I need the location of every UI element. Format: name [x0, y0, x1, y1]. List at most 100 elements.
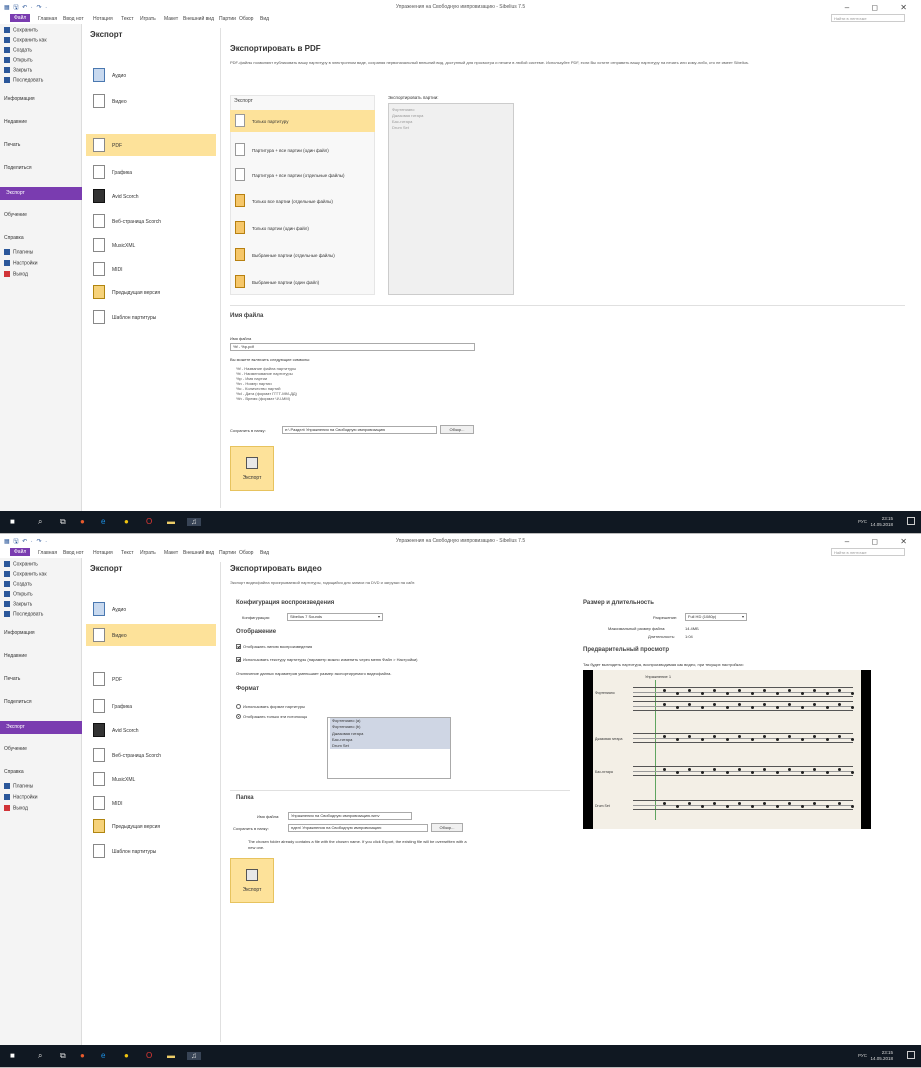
- app-icon[interactable]: ●: [124, 1052, 129, 1060]
- pdf-option-score-only[interactable]: Только партитуру: [230, 110, 375, 132]
- sidebar-item-exit[interactable]: Выход: [4, 805, 28, 811]
- export-type-musicxml[interactable]: MusicXML: [86, 768, 216, 790]
- sidebar-item-help[interactable]: Справка: [4, 769, 24, 775]
- tab-parts[interactable]: Партии: [219, 550, 236, 556]
- pdf-option-score-parts-one[interactable]: Партитура + все партии (один файл): [230, 139, 375, 161]
- tab-layout[interactable]: Макет: [164, 550, 178, 556]
- export-type-scorch-web[interactable]: Веб-страница Scorch: [86, 210, 216, 232]
- sidebar-item-info[interactable]: Информация: [4, 96, 35, 102]
- search-icon[interactable]: ⌕: [38, 1052, 42, 1060]
- sidebar-item-settings[interactable]: Настройки: [4, 794, 38, 800]
- sidebar-item-settings[interactable]: Настройки: [4, 260, 38, 266]
- sidebar-item-save[interactable]: Сохранить: [4, 27, 38, 33]
- export-type-avid-scorch[interactable]: Avid Scorch: [86, 185, 216, 207]
- window-controls[interactable]: – ◻ ✕: [845, 537, 917, 546]
- sidebar-item-save[interactable]: Сохранить: [4, 561, 38, 567]
- browse-button[interactable]: Обзор...: [440, 425, 474, 434]
- pdf-option-selected-separate[interactable]: Выбранные партии (отдельные файлы): [230, 244, 375, 266]
- tray-clock[interactable]: 23:15 14.05.2018: [870, 1050, 893, 1062]
- sidebar-item-last[interactable]: Последовать: [4, 611, 43, 617]
- tab-home[interactable]: Главная: [38, 16, 57, 22]
- sidebar-item-learn[interactable]: Обучение: [4, 212, 27, 218]
- sidebar-item-export[interactable]: Экспорт: [0, 187, 82, 200]
- tab-review[interactable]: Обзор: [239, 16, 253, 22]
- tab-home[interactable]: Главная: [38, 550, 57, 556]
- tab-layout[interactable]: Макет: [164, 16, 178, 22]
- export-type-musicxml[interactable]: MusicXML: [86, 234, 216, 256]
- sidebar-item-print[interactable]: Печать: [4, 676, 20, 682]
- pdf-option-all-parts-separate[interactable]: Только все партии (отдельные файлы): [230, 190, 375, 212]
- tab-play[interactable]: Играть: [140, 16, 156, 22]
- pdf-option-score-parts-separate[interactable]: Партитура + все партии (отдельные файлы): [230, 164, 375, 186]
- tab-text[interactable]: Текст: [121, 550, 134, 556]
- sidebar-item-plugins[interactable]: Плагины: [4, 249, 33, 255]
- export-type-audio[interactable]: Аудио: [86, 64, 216, 86]
- sidebar-item-help[interactable]: Справка: [4, 235, 24, 241]
- tab-appearance[interactable]: Внешний вид: [183, 16, 214, 22]
- export-type-graphics[interactable]: Графика: [86, 695, 216, 717]
- list-item[interactable]: Drum Set: [330, 743, 450, 750]
- sidebar-item-recent[interactable]: Недавние: [4, 119, 27, 125]
- opera-icon[interactable]: O: [146, 1052, 152, 1060]
- tab-review[interactable]: Обзор: [239, 550, 253, 556]
- config-dropdown[interactable]: Sibelius 7 Sounds ▾: [287, 613, 383, 621]
- export-type-previous-version[interactable]: Предыдущая версия: [86, 281, 216, 303]
- tab-view[interactable]: Вид: [260, 16, 269, 22]
- export-type-graphics[interactable]: Графика: [86, 161, 216, 183]
- sibelius-taskbar-icon[interactable]: ♫: [187, 518, 201, 526]
- tray-clock[interactable]: 23:15 14.05.2018: [870, 516, 893, 528]
- export-type-avid-scorch[interactable]: Avid Scorch: [86, 719, 216, 741]
- export-type-midi[interactable]: MIDI: [86, 258, 216, 280]
- window-controls[interactable]: – ◻ ✕: [845, 3, 917, 12]
- tab-note-input[interactable]: Ввод нот: [63, 550, 84, 556]
- sidebar-item-print[interactable]: Печать: [4, 142, 20, 148]
- list-item[interactable]: Drum Set: [392, 125, 510, 131]
- tab-parts[interactable]: Партии: [219, 16, 236, 22]
- tab-appearance[interactable]: Внешний вид: [183, 550, 214, 556]
- edge-icon[interactable]: e: [101, 1052, 105, 1060]
- explorer-icon[interactable]: ▬: [167, 1052, 175, 1060]
- tab-file[interactable]: Файл: [10, 548, 31, 556]
- tab-notations[interactable]: Нотация: [93, 16, 113, 22]
- export-type-template[interactable]: Шаблон партитуры: [86, 840, 216, 862]
- export-type-pdf[interactable]: PDF: [86, 668, 216, 690]
- save-folder-input[interactable]: ндел\ Упражнения на Свободную импровизац…: [288, 824, 428, 832]
- app-icon[interactable]: ●: [124, 518, 129, 526]
- filename-input[interactable]: %f - %p.pdf: [230, 343, 475, 351]
- sidebar-item-plugins[interactable]: Плагины: [4, 783, 33, 789]
- export-type-scorch-web[interactable]: Веб-страница Scorch: [86, 744, 216, 766]
- export-type-video[interactable]: Видео: [86, 624, 216, 646]
- tab-text[interactable]: Текст: [121, 16, 134, 22]
- pdf-option-parts-one[interactable]: Только партии (один файл): [230, 217, 375, 239]
- sidebar-item-save-as[interactable]: Сохранить как: [4, 571, 47, 577]
- search-icon[interactable]: ⌕: [38, 518, 42, 526]
- tab-notations[interactable]: Нотация: [93, 550, 113, 556]
- export-button[interactable]: Экспорт: [230, 446, 274, 491]
- ribbon-search-input[interactable]: Найти в ленточке: [831, 14, 905, 22]
- sidebar-item-share[interactable]: Поделиться: [4, 165, 32, 171]
- resolution-dropdown[interactable]: Full HD (1080p) ▾: [685, 613, 747, 621]
- parts-list[interactable]: Фортепиано Джазовая гитара Бас-гитара Dr…: [388, 103, 514, 295]
- tab-file[interactable]: Файл: [10, 14, 31, 22]
- sidebar-item-export[interactable]: Экспорт: [0, 721, 82, 734]
- sidebar-item-close[interactable]: Закрыть: [4, 67, 32, 73]
- score-texture-checkbox[interactable]: Использовать текстуру партитуры (парамет…: [236, 657, 418, 663]
- export-type-template[interactable]: Шаблон партитуры: [86, 306, 216, 328]
- export-button[interactable]: Экспорт: [230, 858, 274, 903]
- sidebar-item-recent[interactable]: Недавние: [4, 653, 27, 659]
- task-view-icon[interactable]: ⧉: [60, 1052, 66, 1060]
- sidebar-item-new[interactable]: Создать: [4, 581, 32, 587]
- notifications-icon[interactable]: [907, 1051, 915, 1059]
- format-score-radio[interactable]: Использовать формат партитуры: [236, 704, 305, 710]
- staves-list[interactable]: Фортепиано (a) Фортепиано (b) Джазовая г…: [327, 717, 451, 779]
- task-view-icon[interactable]: ⧉: [60, 518, 66, 526]
- chrome-icon[interactable]: ●: [80, 1052, 85, 1060]
- ribbon-search-input[interactable]: Найти в ленточке: [831, 548, 905, 556]
- tab-note-input[interactable]: Ввод нот: [63, 16, 84, 22]
- tray-lang[interactable]: РУС: [858, 1053, 867, 1058]
- save-folder-input[interactable]: e:\ Раздел\ Упражнения на Свободную импр…: [282, 426, 437, 434]
- windows-start-icon[interactable]: ■: [10, 518, 15, 526]
- tray-lang[interactable]: РУС: [858, 519, 867, 524]
- explorer-icon[interactable]: ▬: [167, 518, 175, 526]
- edge-icon[interactable]: e: [101, 518, 105, 526]
